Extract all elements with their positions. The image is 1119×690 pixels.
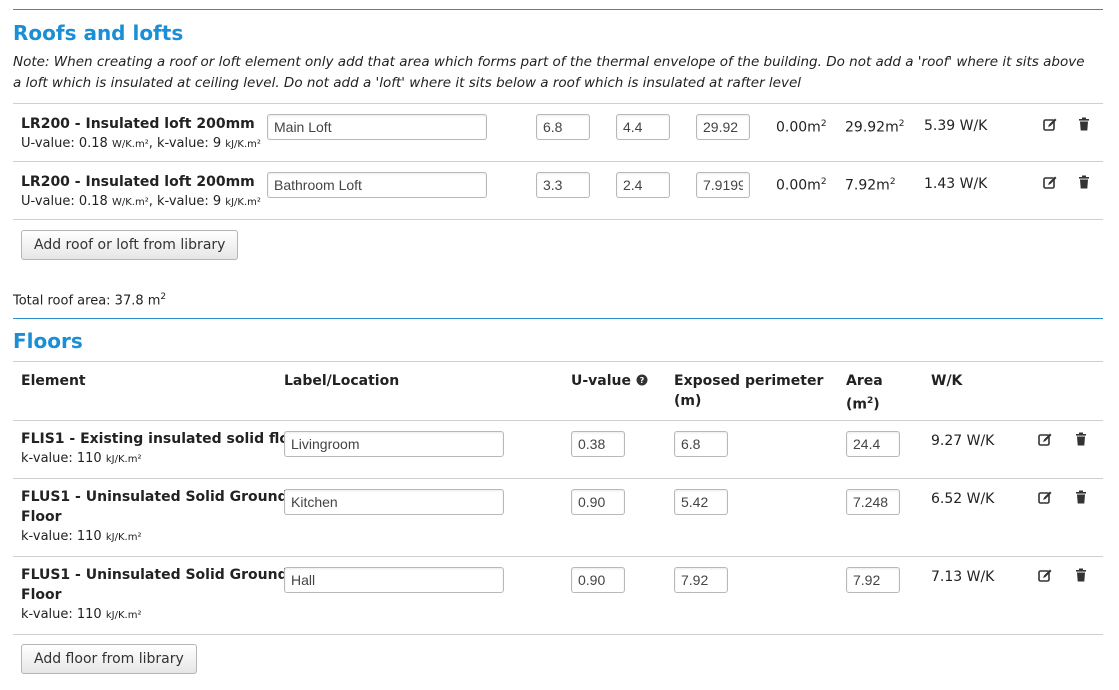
add-roof-button[interactable]: Add roof or loft from library [21, 230, 239, 260]
edit-icon[interactable] [1037, 490, 1053, 506]
add-floor-button[interactable]: Add floor from library [21, 644, 197, 674]
header-perimeter: Exposed perimeter (m) [674, 373, 824, 409]
floors-bottom-border [13, 634, 1103, 635]
roof-area-input[interactable] [696, 172, 750, 198]
roof-height-input[interactable] [616, 172, 670, 198]
edit-icon[interactable] [1042, 175, 1058, 191]
svg-text:?: ? [640, 376, 645, 385]
roof-area-input[interactable] [696, 114, 750, 140]
header-element: Element [21, 373, 86, 389]
roof-label-input[interactable] [267, 172, 487, 198]
edit-icon[interactable] [1037, 432, 1053, 448]
roofs-section-title: Roofs and lofts [13, 21, 184, 45]
floor-label-input[interactable] [284, 489, 504, 515]
roof-wk: 1.43 W/K [924, 176, 988, 192]
floor-label-input[interactable] [284, 431, 504, 457]
floor-element-values: k-value: 110 kJ/K.m² [21, 451, 142, 466]
roof-net-area: 7.92m2 [845, 177, 896, 194]
roof-window-area: 0.00m2 [776, 119, 827, 136]
roof-window-area: 0.00m2 [776, 177, 827, 194]
floor-row: FLUS1 - Uninsulated Solid Ground Floor k… [13, 556, 1103, 635]
trash-icon[interactable] [1073, 567, 1089, 583]
floor-element-name: FLUS1 - Uninsulated Solid Ground [21, 489, 288, 505]
floor-row: FLUS1 - Uninsulated Solid Ground Floor k… [13, 478, 1103, 557]
roof-element-name: LR200 - Insulated loft 200mm [21, 174, 255, 190]
floor-area-input[interactable] [846, 489, 900, 515]
floor-row: FLIS1 - Existing insulated solid floor k… [13, 420, 1103, 479]
floor-area-input[interactable] [846, 431, 900, 457]
roofs-bottom-border [13, 219, 1103, 220]
header-wk: W/K [931, 373, 963, 389]
roof-wk: 5.39 W/K [924, 118, 988, 134]
trash-icon[interactable] [1073, 489, 1089, 505]
trash-icon[interactable] [1076, 116, 1092, 132]
roof-row: LR200 - Insulated loft 200mm U-value: 0.… [13, 161, 1103, 220]
roof-row: LR200 - Insulated loft 200mm U-value: 0.… [13, 103, 1103, 162]
floor-perimeter-input[interactable] [674, 489, 728, 515]
floor-element-name: FLIS1 - Existing insulated solid floor [21, 431, 306, 447]
roofs-top-rule [13, 9, 1103, 10]
help-icon[interactable]: ? [636, 374, 648, 386]
floor-perimeter-input[interactable] [674, 431, 728, 457]
floors-header-rule [13, 361, 1103, 362]
floor-area-input[interactable] [846, 567, 900, 593]
floor-element-values: k-value: 110 kJ/K.m² [21, 607, 142, 622]
roof-height-input[interactable] [616, 114, 670, 140]
edit-icon[interactable] [1042, 117, 1058, 133]
roof-length-input[interactable] [536, 114, 590, 140]
roof-element-name: LR200 - Insulated loft 200mm [21, 116, 255, 132]
trash-icon[interactable] [1076, 174, 1092, 190]
header-label: Label/Location [284, 373, 400, 389]
floor-uvalue-input[interactable] [571, 431, 625, 457]
floors-top-rule [13, 318, 1103, 319]
floors-section-title: Floors [13, 329, 83, 353]
floor-perimeter-input[interactable] [674, 567, 728, 593]
roof-label-input[interactable] [267, 114, 487, 140]
floor-element-name-cont: Floor [21, 587, 62, 603]
floor-uvalue-input[interactable] [571, 567, 625, 593]
total-roof-area: Total roof area: 37.8 m2 [13, 292, 167, 309]
roof-element-values: U-value: 0.18 W/K.m², k-value: 9 kJ/K.m² [21, 136, 261, 151]
floor-element-name-cont: Floor [21, 509, 62, 525]
floor-uvalue-input[interactable] [571, 489, 625, 515]
roofs-note: Note: When creating a roof or loft eleme… [13, 54, 1085, 91]
header-uvalue: U-value ? [571, 371, 648, 391]
floor-wk: 7.13 W/K [931, 569, 995, 585]
floor-element-values: k-value: 110 kJ/K.m² [21, 529, 142, 544]
header-area: Area (m2) [846, 373, 883, 413]
floor-wk: 6.52 W/K [931, 491, 995, 507]
floor-wk: 9.27 W/K [931, 433, 995, 449]
floor-label-input[interactable] [284, 567, 504, 593]
roof-net-area: 29.92m2 [845, 119, 905, 136]
edit-icon[interactable] [1037, 568, 1053, 584]
roof-length-input[interactable] [536, 172, 590, 198]
roof-element-values: U-value: 0.18 W/K.m², k-value: 9 kJ/K.m² [21, 194, 261, 209]
trash-icon[interactable] [1073, 431, 1089, 447]
floor-element-name: FLUS1 - Uninsulated Solid Ground [21, 567, 288, 583]
